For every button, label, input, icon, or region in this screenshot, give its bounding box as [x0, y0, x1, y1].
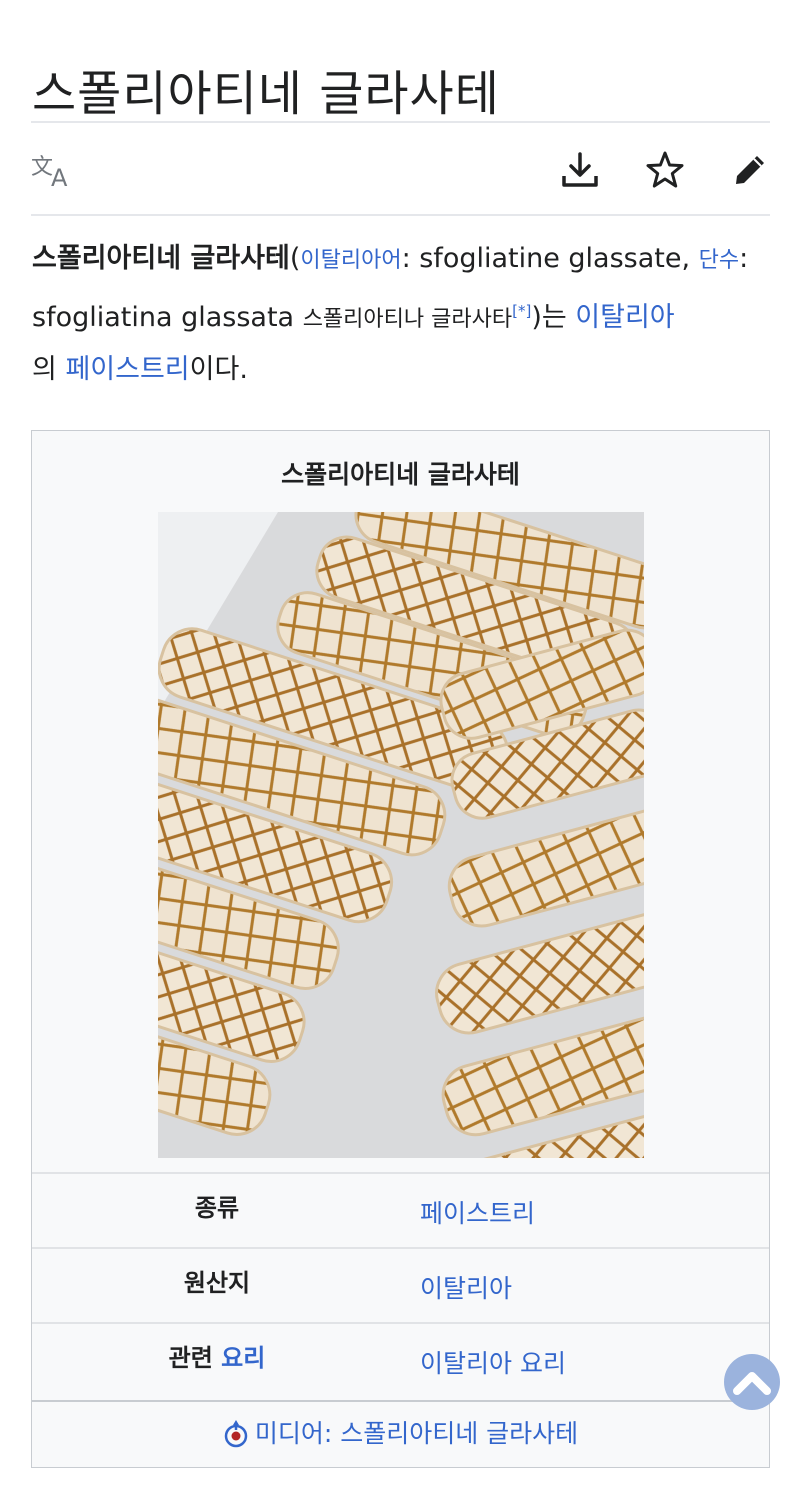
footnote-link[interactable]: [*] — [512, 302, 531, 320]
infobox-key: 원산지 — [32, 1263, 402, 1298]
media-link[interactable]: 미디어: 스폴리아티네 글라사테 — [255, 1419, 578, 1448]
infobox-media-row: 미디어: 스폴리아티네 글라사테 — [32, 1400, 769, 1468]
download-icon[interactable] — [558, 148, 602, 192]
media-link-container[interactable]: 미디어: 스폴리아티네 글라사테 — [32, 1414, 769, 1450]
infobox-key-text: 원산지 — [183, 1269, 251, 1297]
intro-text: ( — [289, 243, 301, 274]
infobox-key-text: 관련 — [168, 1344, 222, 1372]
page-title: 스폴리아티네 글라사테 — [32, 66, 500, 123]
infobox-value-link[interactable]: 이탈리아 — [420, 1269, 512, 1305]
infobox-key-text: 종류 — [194, 1194, 240, 1222]
commons-icon — [224, 1420, 248, 1448]
infobox-key: 관련 요리 — [32, 1338, 402, 1373]
infobox-row-type: 종류 페이스트리 — [32, 1172, 769, 1248]
intro-text-2: )는 — [531, 302, 576, 333]
pencil-icon[interactable] — [728, 148, 772, 192]
intro-ending: 이다. — [189, 354, 248, 385]
svg-text:文: 文 — [31, 155, 53, 180]
translate-icon[interactable]: 文 A — [30, 150, 74, 190]
toolbar-divider — [31, 214, 770, 216]
italy-link[interactable]: 이탈리아 — [575, 302, 674, 333]
intro-italian-name: : sfogliatine glassate, — [401, 243, 699, 274]
infobox: 스폴리아티네 글라사테 종류 페이스트리 원산지 이탈리아 관련 요리 이탈리아… — [31, 430, 770, 1468]
infobox-value-link[interactable]: 페이스트리 — [420, 1194, 535, 1230]
intro-bold-title: 스폴리아티네 글라사테 — [32, 243, 290, 274]
infobox-value-link[interactable]: 이탈리아 요리 — [420, 1344, 566, 1380]
singular-link[interactable]: 단수 — [699, 248, 739, 273]
svg-text:A: A — [51, 164, 68, 188]
chevron-up-icon — [733, 1372, 771, 1395]
infobox-title: 스폴리아티네 글라사테 — [281, 460, 520, 489]
infobox-key: 종류 — [32, 1188, 402, 1223]
infobox-row-related: 관련 요리 이탈리아 요리 — [32, 1322, 769, 1398]
star-icon[interactable] — [643, 148, 687, 192]
intro-paragraph: 스폴리아티네 글라사테(이탈리아어: sfogliatine glassate,… — [32, 234, 772, 395]
scroll-top-button[interactable] — [724, 1354, 780, 1410]
infobox-row-origin: 원산지 이탈리아 — [32, 1247, 769, 1323]
cuisine-key-link[interactable]: 요리 — [221, 1344, 265, 1372]
intro-small-name: 스폴리아티나 글라사타 — [302, 307, 513, 332]
italian-language-link[interactable]: 이탈리아어 — [300, 248, 401, 273]
title-divider — [31, 121, 770, 123]
pastry-photo[interactable] — [158, 512, 644, 1158]
intro-particle: 의 — [32, 354, 66, 385]
pastry-link[interactable]: 페이스트리 — [65, 354, 189, 385]
